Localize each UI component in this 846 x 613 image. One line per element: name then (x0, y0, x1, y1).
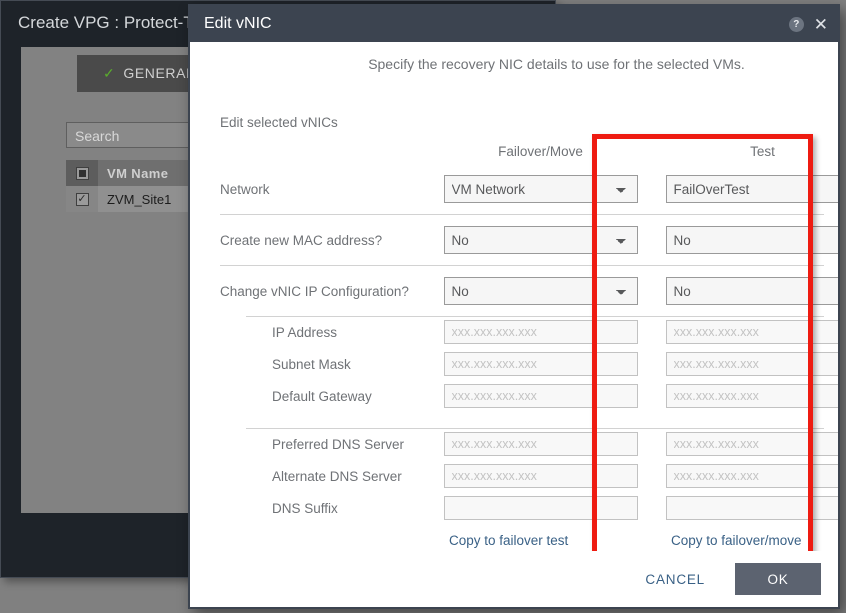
change-ip-config-test-select[interactable]: No (665, 277, 838, 305)
form-row-preferred-dns: Preferred DNS Server (220, 428, 838, 460)
column-header-test: Test (750, 143, 775, 159)
dns-suffix-test-input[interactable] (665, 496, 838, 520)
label-change-ip-config: Change vNIC IP Configuration? (220, 283, 409, 299)
column-header-failover-move: Failover/Move (498, 143, 583, 159)
default-gateway-failover-input[interactable] (443, 384, 638, 408)
close-icon[interactable]: ✕ (814, 16, 828, 33)
tab-general-label: GENERAL (123, 65, 195, 81)
label-subnet-mask: Subnet Mask (272, 356, 351, 372)
form-row-network: Network VM Network FailOverTest (220, 164, 838, 214)
label-alternate-dns: Alternate DNS Server (272, 468, 402, 484)
form-row-copy-links: Copy to failover test Copy to failover/m… (220, 524, 824, 551)
label-ip-address: IP Address (272, 324, 338, 340)
network-failover-select[interactable]: VM Network (443, 175, 638, 203)
form-row-default-gateway: Default Gateway (220, 380, 838, 412)
ip-address-test-input[interactable] (665, 320, 838, 344)
vnic-form: Failover/Move Test Network VM Network Fa… (220, 138, 838, 551)
label-dns-suffix: DNS Suffix (272, 500, 338, 516)
ip-address-failover-input[interactable] (443, 320, 638, 344)
row-checkbox[interactable]: ✓ (66, 186, 98, 212)
section-label: Edit selected vNICs (220, 115, 338, 130)
change-ip-config-failover-select[interactable]: No (443, 277, 638, 305)
ok-button[interactable]: OK (735, 563, 821, 595)
create-mac-test-select[interactable]: No (665, 226, 838, 254)
cancel-button[interactable]: CANCEL (629, 564, 721, 595)
form-row-dns-suffix: DNS Suffix (220, 492, 838, 524)
checkbox-checked-icon: ✓ (75, 192, 89, 206)
preferred-dns-test-input[interactable] (665, 432, 838, 456)
form-row-ip-address: IP Address (220, 316, 838, 348)
copy-to-failover-test-link[interactable]: Copy to failover test (449, 533, 568, 548)
label-default-gateway: Default Gateway (272, 388, 372, 404)
subnet-mask-failover-input[interactable] (443, 352, 638, 376)
form-row-change-ip-config: Change vNIC IP Configuration? No No (220, 265, 838, 316)
form-column-headers: Failover/Move Test (220, 138, 824, 164)
edit-vnic-dialog: Edit vNIC ? ✕ Specify the recovery NIC d… (188, 4, 840, 609)
dns-suffix-failover-input[interactable] (443, 496, 638, 520)
select-all-checkbox[interactable] (66, 160, 98, 186)
default-gateway-test-input[interactable] (665, 384, 838, 408)
form-row-create-mac: Create new MAC address? No No (220, 214, 838, 265)
network-test-select[interactable]: FailOverTest (665, 175, 838, 203)
column-header-vm-name: VM Name (107, 165, 169, 181)
cell-vm-name: ZVM_Site1 (107, 191, 172, 207)
check-icon: ✓ (103, 65, 116, 81)
label-preferred-dns: Preferred DNS Server (272, 436, 405, 452)
label-create-mac: Create new MAC address? (220, 232, 383, 248)
copy-to-failover-move-link[interactable]: Copy to failover/move (671, 533, 802, 548)
alternate-dns-failover-input[interactable] (443, 464, 638, 488)
help-icon[interactable]: ? (788, 16, 804, 32)
dialog-body: Specify the recovery NIC details to use … (190, 42, 838, 551)
dialog-title: Edit vNIC (204, 15, 272, 32)
label-network: Network (220, 181, 270, 197)
create-mac-failover-select[interactable]: No (443, 226, 638, 254)
form-row-subnet-mask: Subnet Mask (220, 348, 838, 380)
subnet-mask-test-input[interactable] (665, 352, 838, 376)
form-row-alternate-dns: Alternate DNS Server (220, 460, 838, 492)
dialog-subtitle: Specify the recovery NIC details to use … (368, 56, 745, 72)
preferred-dns-failover-input[interactable] (443, 432, 638, 456)
checkbox-indeterminate-icon (75, 166, 89, 180)
dialog-title-bar: Edit vNIC ? ✕ (190, 6, 838, 42)
dialog-footer: CANCEL OK (190, 551, 838, 607)
alternate-dns-test-input[interactable] (665, 464, 838, 488)
